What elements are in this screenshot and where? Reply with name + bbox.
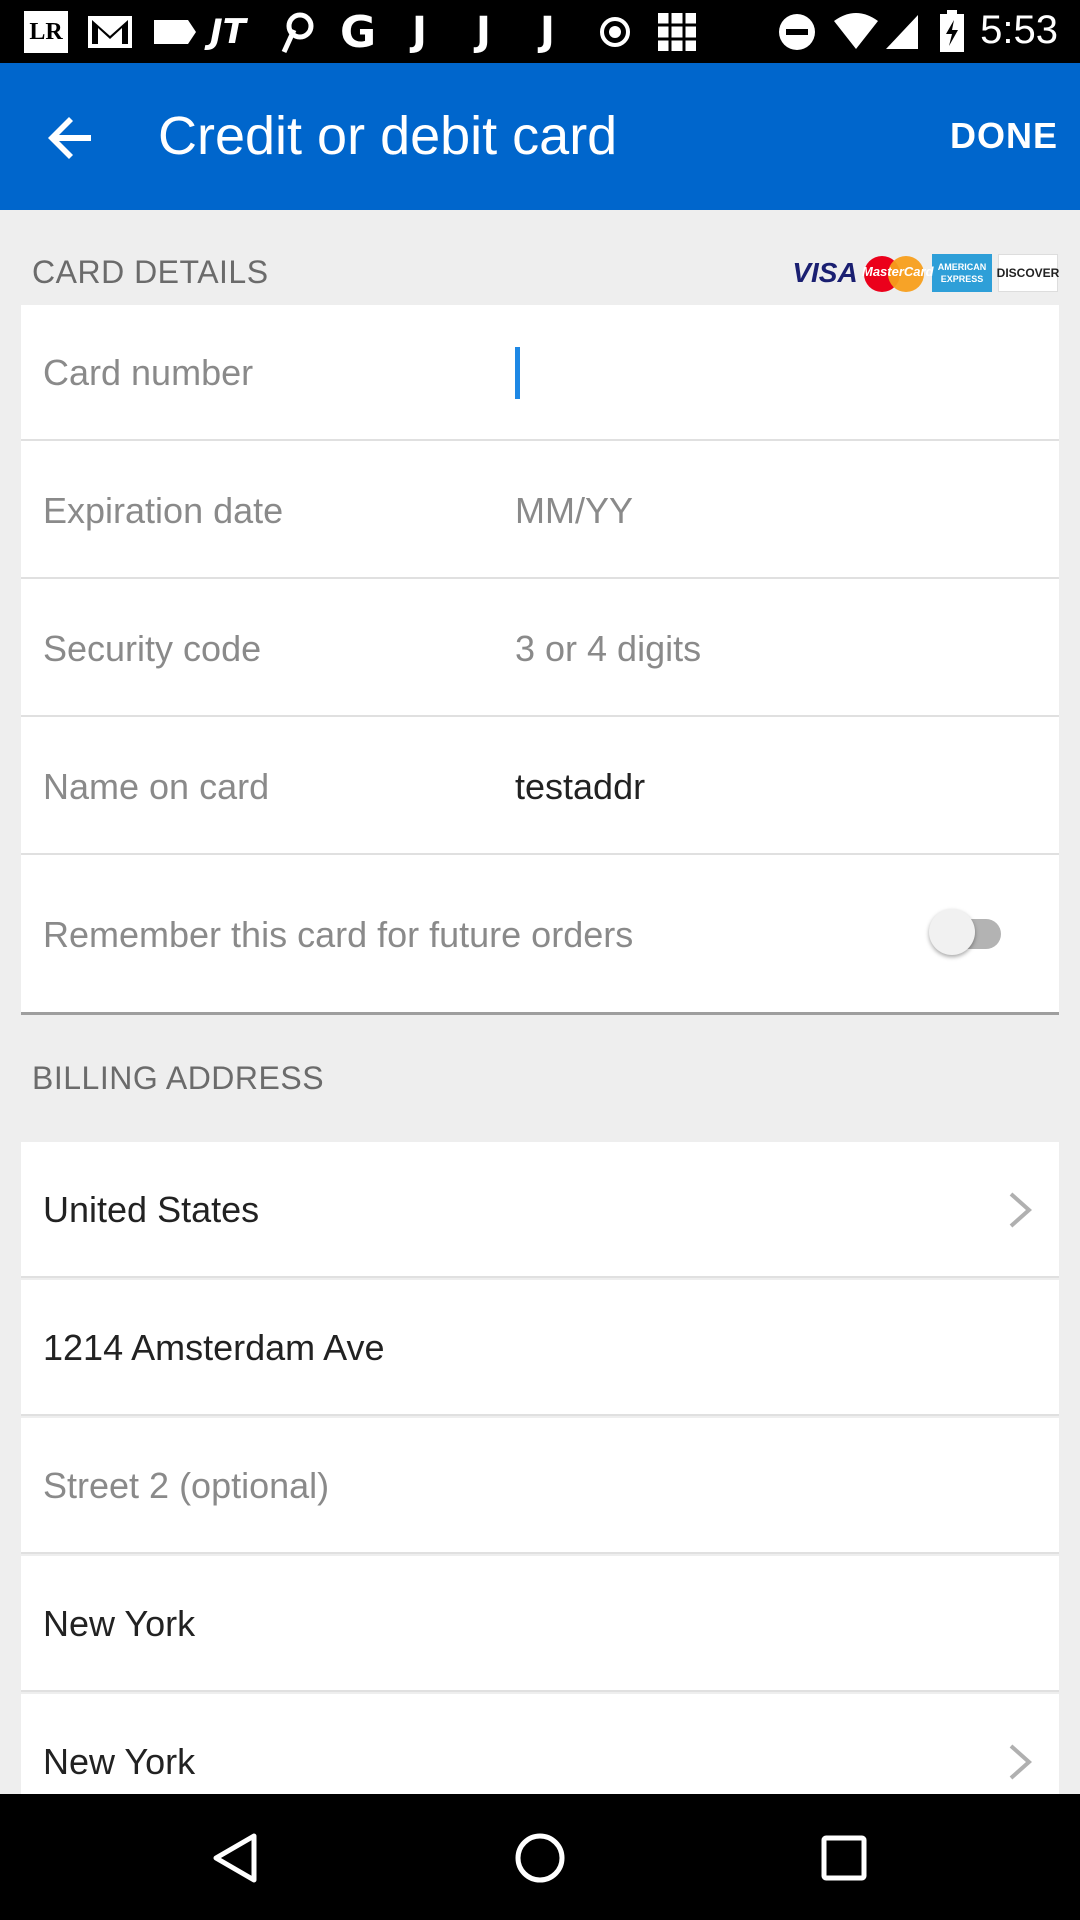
security-code-row[interactable]: Security code 3 or 4 digits — [21, 581, 1059, 717]
battery-charging-icon — [938, 10, 966, 54]
done-button[interactable]: DONE — [950, 115, 1058, 157]
google-icon: G — [340, 6, 377, 58]
street2-input[interactable]: Street 2 (optional) — [43, 1418, 329, 1554]
card-number-label: Card number — [43, 352, 254, 393]
expiration-date-input[interactable]: MM/YY — [515, 443, 633, 579]
back-button[interactable] — [36, 103, 106, 173]
country-value: United States — [43, 1189, 260, 1230]
billing-address-header: BILLING ADDRESS — [32, 1060, 325, 1096]
pinterest-icon — [276, 10, 316, 54]
jt-app-icon: JT — [210, 12, 246, 52]
expiration-date-row[interactable]: Expiration date MM/YY — [21, 443, 1059, 579]
card-details-panel: Card number Expiration date MM/YY Securi… — [21, 305, 1059, 1015]
triangle-back-icon — [213, 1833, 257, 1883]
accepted-cards-logos: VISA MasterCard AMERICAN EXPRESS DISCOVE… — [792, 254, 1059, 292]
nav-recents-button[interactable] — [808, 1822, 880, 1894]
cell-signal-icon — [884, 10, 920, 54]
street1-input[interactable]: 1214 Amsterdam Ave — [43, 1280, 385, 1416]
square-recents-icon — [821, 1835, 867, 1881]
do-not-disturb-icon — [778, 10, 816, 54]
card-number-row[interactable]: Card number — [21, 305, 1059, 441]
record-icon — [598, 10, 632, 54]
nav-home-button[interactable] — [504, 1822, 576, 1894]
street1-row[interactable]: 1214 Amsterdam Ave — [21, 1280, 1059, 1416]
street2-row[interactable]: Street 2 (optional) — [21, 1418, 1059, 1554]
security-code-label: Security code — [43, 628, 262, 669]
lr-app-icon: LR — [24, 10, 68, 54]
mastercard-logo: MasterCard — [862, 254, 934, 292]
discover-logo: DISCOVER — [997, 254, 1059, 292]
chevron-right-icon — [1009, 1744, 1033, 1780]
amex-logo: AMERICAN EXPRESS — [932, 254, 992, 292]
status-time: 5:53 — [980, 8, 1058, 52]
name-on-card-input[interactable]: testaddr — [515, 719, 645, 855]
country-row[interactable]: United States — [21, 1142, 1059, 1278]
expiration-date-label: Expiration date — [43, 490, 284, 531]
app-bar: Credit or debit card DONE — [0, 63, 1080, 210]
page-title: Credit or debit card — [158, 106, 618, 166]
navigation-bar — [0, 1794, 1080, 1920]
city-row[interactable]: New York — [21, 1556, 1059, 1692]
circle-home-icon — [515, 1833, 565, 1883]
status-bar: LR JT G J J J 5:53 — [0, 0, 1080, 63]
j-app-icon: J — [540, 9, 555, 55]
nav-back-button[interactable] — [200, 1822, 272, 1894]
grid-app-icon — [656, 10, 698, 54]
chevron-right-icon — [1009, 1192, 1033, 1228]
city-input[interactable]: New York — [43, 1556, 195, 1692]
name-on-card-row[interactable]: Name on card testaddr — [21, 719, 1059, 855]
state-row[interactable]: New York — [21, 1694, 1059, 1794]
text-cursor — [515, 347, 520, 399]
remember-card-toggle[interactable] — [929, 909, 1009, 955]
remember-card-row: Remember this card for future orders — [21, 857, 1059, 1012]
name-on-card-label: Name on card — [43, 766, 270, 807]
remember-card-label: Remember this card for future orders — [43, 913, 634, 955]
tag-icon — [150, 10, 198, 54]
arrow-back-icon — [48, 117, 91, 159]
card-details-header: CARD DETAILS — [32, 254, 269, 290]
j-app-icon: J — [412, 9, 427, 55]
j-app-icon: J — [476, 9, 491, 55]
security-code-input[interactable]: 3 or 4 digits — [515, 581, 701, 717]
billing-address-panel: United States 1214 Amsterdam Ave Street … — [21, 1142, 1059, 1794]
gmail-icon — [86, 10, 134, 54]
wifi-icon — [832, 10, 880, 54]
visa-logo: VISA — [792, 257, 858, 288]
